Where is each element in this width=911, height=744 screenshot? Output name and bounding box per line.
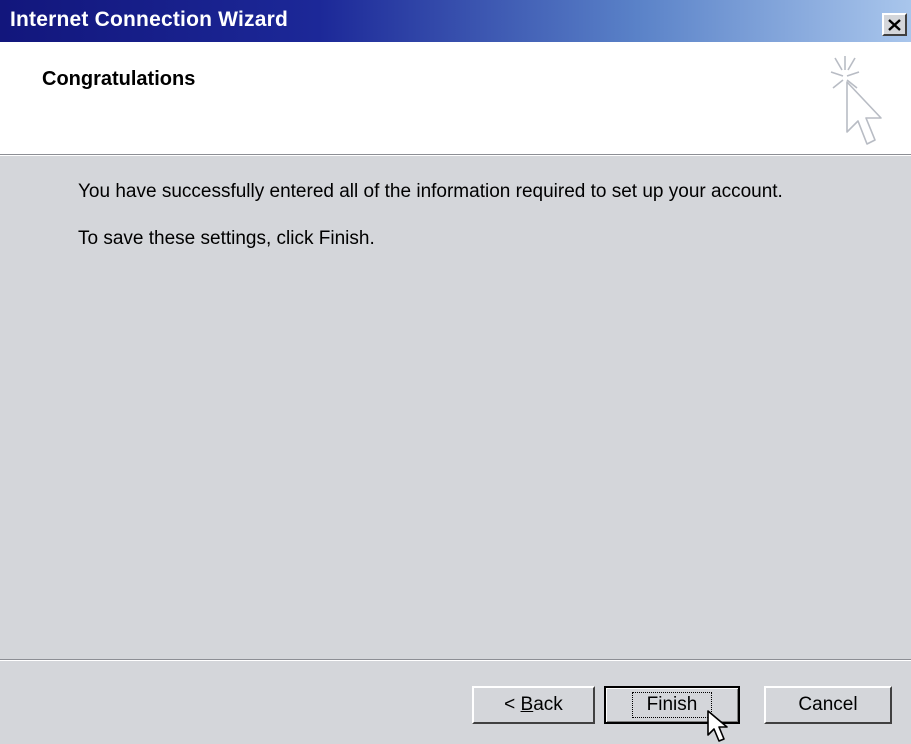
wizard-header: Congratulations (0, 42, 911, 154)
cancel-button-label: Cancel (798, 694, 858, 715)
back-button-prefix: < (504, 694, 521, 715)
header-divider (0, 154, 911, 156)
wizard-sparkle-cursor-icon (830, 56, 882, 145)
title-bar[interactable]: Internet Connection Wizard (0, 0, 911, 42)
back-button[interactable]: < Back (472, 686, 595, 724)
cancel-button[interactable]: Cancel (764, 686, 892, 724)
close-icon (888, 18, 901, 31)
instruction-message: To save these settings, click Finish. (78, 228, 375, 249)
page-title: Congratulations (42, 68, 196, 90)
back-button-label: ack (533, 694, 563, 715)
wizard-window: Internet Connection Wizard Congratulatio… (0, 0, 911, 744)
success-message: You have successfully entered all of the… (78, 181, 783, 202)
window-title: Internet Connection Wizard (10, 8, 289, 31)
back-button-accelerator: B (520, 694, 534, 715)
mouse-pointer-icon (707, 710, 728, 742)
finish-button-label: Finish (631, 692, 713, 718)
footer-divider (0, 659, 911, 661)
close-button[interactable] (882, 13, 907, 36)
